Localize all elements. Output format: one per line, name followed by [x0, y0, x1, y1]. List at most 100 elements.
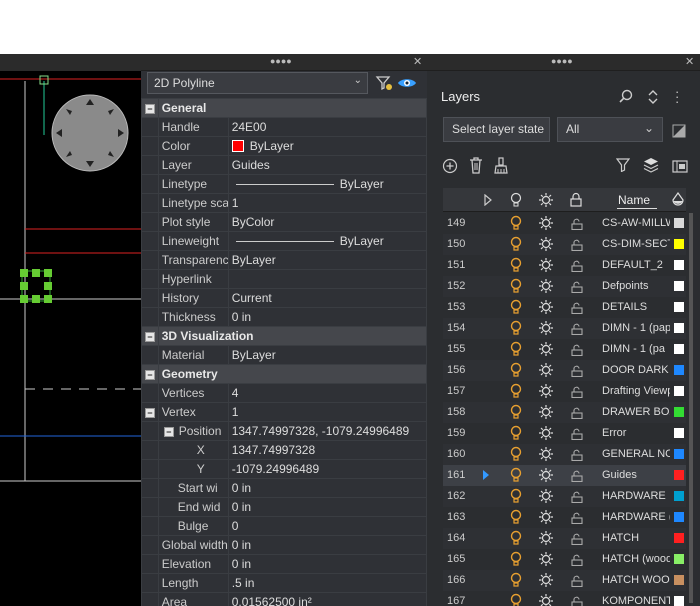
layer-color-swatch[interactable] [674, 512, 684, 522]
property-row-vertex[interactable]: − Vertex 1 [141, 402, 427, 422]
layer-states-icon[interactable] [643, 157, 659, 176]
lock-icon[interactable] [571, 218, 583, 233]
layer-color-swatch[interactable] [674, 575, 684, 585]
layer-color-swatch[interactable] [674, 596, 684, 606]
layer-row[interactable]: 160 GENERAL NOT [443, 444, 686, 465]
property-value[interactable]: -1079.24996489 [227, 459, 427, 479]
property-value[interactable]: 1 [227, 193, 427, 213]
color-column-icon[interactable] [672, 191, 684, 210]
sun-icon[interactable] [538, 530, 554, 549]
property-row-layer[interactable]: Layer Guides [141, 155, 427, 175]
section-geometry[interactable]: − Geometry [141, 364, 427, 384]
lock-icon[interactable] [571, 512, 583, 527]
sun-icon[interactable] [538, 572, 554, 591]
sun-icon[interactable] [538, 215, 554, 234]
collapse-icon[interactable]: − [144, 370, 155, 380]
lock-icon[interactable] [571, 281, 583, 296]
property-value[interactable]: 0 in [227, 478, 427, 498]
filter-invert-icon[interactable] [672, 124, 686, 141]
property-value-field[interactable]: ByLayer [227, 174, 427, 194]
sun-icon[interactable] [538, 425, 554, 444]
lightbulb-icon[interactable] [509, 446, 523, 465]
lock-icon[interactable] [571, 491, 583, 506]
property-value[interactable] [227, 269, 427, 289]
lightbulb-column-icon[interactable] [509, 192, 523, 211]
delete-layer-icon[interactable] [469, 157, 483, 177]
property-value[interactable]: 1347.74997328 [227, 440, 427, 460]
lightbulb-icon[interactable] [509, 572, 523, 591]
layer-color-swatch[interactable] [674, 470, 684, 480]
property-value[interactable]: Guides [227, 155, 427, 175]
layer-row[interactable]: 152 Defpoints [443, 276, 686, 297]
lightbulb-icon[interactable] [509, 236, 523, 255]
layer-row[interactable]: 155 DIMN - 1 (pa [443, 339, 686, 360]
close-icon[interactable]: ✕ [685, 55, 694, 68]
section-3d-visualization[interactable]: − 3D Visualization [141, 326, 427, 346]
lock-icon[interactable] [571, 344, 583, 359]
lightbulb-icon[interactable] [509, 530, 523, 549]
drag-handle-icon[interactable]: ●●●● [551, 56, 573, 66]
layer-row[interactable]: 150 CS-DIM-SECTI [443, 234, 686, 255]
name-column-header[interactable]: Name [618, 193, 650, 207]
layer-row[interactable]: 151 DEFAULT_2 [443, 255, 686, 276]
new-layer-icon[interactable] [442, 158, 458, 177]
layer-row[interactable]: 163 HARDWARE ( [443, 507, 686, 528]
layer-filter-dropdown[interactable]: All ⌄ [557, 117, 663, 142]
sun-icon[interactable] [538, 257, 554, 276]
lightbulb-icon[interactable] [509, 320, 523, 339]
more-options-icon[interactable]: · · · [675, 85, 679, 108]
property-row-end-width[interactable]: End wid 0 in [141, 497, 427, 517]
lock-icon[interactable] [571, 533, 583, 548]
layer-color-swatch[interactable] [674, 344, 684, 354]
layer-color-swatch[interactable] [674, 365, 684, 375]
property-value[interactable]: 1 [227, 402, 427, 422]
layer-row[interactable]: 156 DOOR DARK [443, 360, 686, 381]
layer-row[interactable]: 154 DIMN - 1 (pape [443, 318, 686, 339]
property-value-field[interactable]: ByLayer [227, 231, 427, 251]
sun-icon[interactable] [538, 341, 554, 360]
sun-icon[interactable] [538, 236, 554, 255]
lightbulb-icon[interactable] [509, 467, 523, 486]
property-value[interactable]: 0 in [227, 535, 427, 555]
lightbulb-icon[interactable] [509, 488, 523, 507]
layer-row[interactable]: 157 Drafting Viewp [443, 381, 686, 402]
property-value-field[interactable]: ByLayer [227, 136, 427, 156]
collapse-icon[interactable]: − [144, 332, 155, 342]
layer-color-swatch[interactable] [674, 260, 684, 270]
property-row-linetype-scale[interactable]: Linetype sca 1 [141, 193, 427, 213]
layers-scrollbar[interactable] [689, 213, 693, 603]
property-row-position[interactable]: − Position 1347.74997328, -1079.24996489 [141, 421, 427, 441]
property-row-material[interactable]: Material ByLayer [141, 345, 427, 365]
property-row-global-width[interactable]: Global width 0 in [141, 535, 427, 555]
lock-icon[interactable] [571, 449, 583, 464]
lock-icon[interactable] [571, 302, 583, 317]
layer-color-swatch[interactable] [674, 491, 684, 501]
layer-row[interactable]: 165 HATCH (wood [443, 549, 686, 570]
sun-icon[interactable] [538, 299, 554, 318]
property-value[interactable]: 0 in [227, 307, 427, 327]
layer-settings-icon[interactable] [672, 158, 688, 177]
search-icon[interactable] [618, 89, 634, 108]
sun-icon[interactable] [538, 467, 554, 486]
close-icon[interactable]: ✕ [413, 55, 422, 68]
property-row-transparency[interactable]: Transparenc ByLayer [141, 250, 427, 270]
sun-icon[interactable] [538, 446, 554, 465]
layer-row[interactable]: 149 CS-AW-MILLW [443, 213, 686, 234]
layer-color-swatch[interactable] [674, 554, 684, 564]
expand-collapse-icon[interactable] [646, 88, 660, 109]
lock-icon[interactable] [571, 470, 583, 485]
lock-icon[interactable] [571, 428, 583, 443]
sun-icon[interactable] [538, 278, 554, 297]
purge-layers-icon[interactable] [494, 157, 508, 177]
property-value[interactable]: 0 in [227, 554, 427, 574]
property-row-thickness[interactable]: Thickness 0 in [141, 307, 427, 327]
lightbulb-icon[interactable] [509, 383, 523, 402]
property-row-lineweight[interactable]: Lineweight ByLayer [141, 231, 427, 251]
eye-icon[interactable] [397, 74, 417, 95]
sun-icon[interactable] [538, 383, 554, 402]
property-value[interactable]: 1347.74997328, -1079.24996489 [227, 421, 427, 441]
lock-icon[interactable] [571, 596, 583, 606]
layer-row[interactable]: 164 HATCH [443, 528, 686, 549]
layer-row[interactable]: 153 DETAILS [443, 297, 686, 318]
filter-icon[interactable] [615, 158, 631, 175]
